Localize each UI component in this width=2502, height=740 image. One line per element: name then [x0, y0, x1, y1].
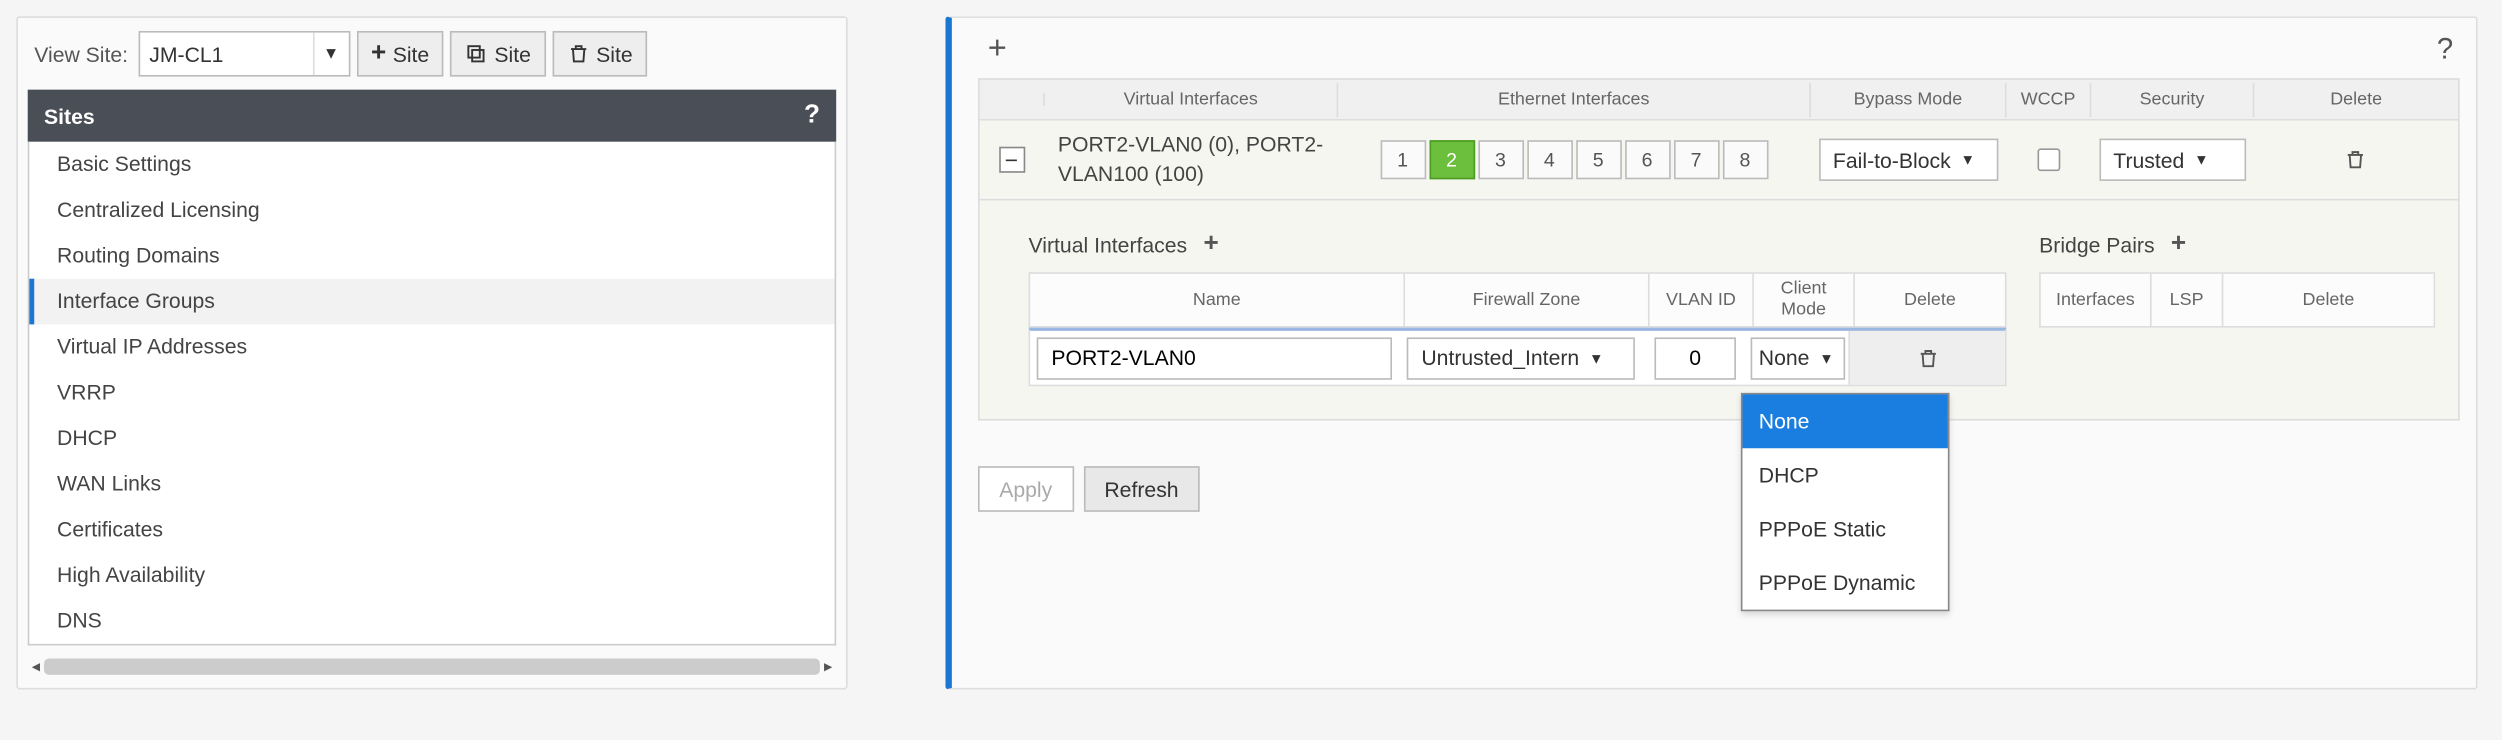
ethernet-port-button[interactable]: 1	[1380, 140, 1426, 179]
nav-item[interactable]: DNS	[29, 598, 834, 644]
ethernet-port-button[interactable]: 7	[1673, 140, 1719, 179]
copy-icon	[465, 42, 488, 65]
bp-col-lsp: LSP	[2152, 274, 2224, 326]
col-ethernet-interfaces: Ethernet Interfaces	[1338, 82, 1811, 116]
bp-grid-header: Interfaces LSP Delete	[2039, 272, 2435, 327]
interface-group-row: − PORT2-VLAN0 (0), PORT2-VLAN100 (100) 1…	[978, 121, 2460, 201]
trash-icon	[567, 42, 590, 65]
nav-item[interactable]: DHCP	[29, 416, 834, 462]
action-row: Apply Refresh	[978, 466, 2460, 512]
add-site-button[interactable]: + Site	[356, 31, 444, 77]
ethernet-port-bar: 12345678	[1380, 140, 1768, 179]
sites-header: Sites ?	[28, 90, 836, 142]
client-mode-option[interactable]: DHCP	[1742, 447, 1947, 501]
nav-item[interactable]: Routing Domains	[29, 233, 834, 279]
ethernet-port-button[interactable]: 4	[1526, 140, 1572, 179]
vi-title-label: Virtual Interfaces	[1029, 232, 1188, 256]
security-value: Trusted	[2113, 148, 2184, 172]
scroll-thumb[interactable]	[44, 659, 820, 675]
chevron-down-icon: ▼	[1819, 350, 1834, 366]
security-select[interactable]: Trusted ▼	[2099, 139, 2246, 181]
ethernet-port-button[interactable]: 8	[1722, 140, 1768, 179]
delete-row-button[interactable]	[2344, 148, 2367, 171]
vi-col-vlan: VLAN ID	[1650, 274, 1754, 326]
collapse-toggle[interactable]: −	[998, 147, 1024, 173]
sites-header-label: Sites	[44, 104, 95, 128]
bypass-mode-value: Fail-to-Block	[1833, 148, 1951, 172]
ethernet-port-button[interactable]: 3	[1478, 140, 1524, 179]
site-select[interactable]: JM-CL1 ▼	[138, 31, 350, 77]
plus-icon: +	[371, 39, 386, 68]
client-mode-select[interactable]: None ▼	[1751, 337, 1846, 379]
scroll-left-icon[interactable]: ◂	[28, 658, 44, 676]
refresh-button[interactable]: Refresh	[1083, 466, 1200, 512]
chevron-down-icon: ▼	[1589, 350, 1604, 366]
firewall-zone-value: Untrusted_Intern	[1421, 346, 1579, 370]
add-group-button[interactable]: +	[978, 31, 1017, 68]
ethernet-port-button[interactable]: 5	[1575, 140, 1621, 179]
nav-item[interactable]: WAN Links	[29, 461, 834, 507]
view-site-label: View Site:	[34, 42, 128, 66]
expanded-panel: Virtual Interfaces + Name Firewall Zone …	[978, 200, 2460, 420]
clone-site-button[interactable]: Site	[450, 31, 545, 77]
help-icon[interactable]: ?	[804, 101, 820, 130]
bp-title-label: Bridge Pairs	[2039, 232, 2154, 256]
vlan-id-input[interactable]	[1654, 337, 1736, 379]
client-mode-value: None	[1759, 346, 1810, 370]
right-panel: + ? Virtual Interfaces Ethernet Interfac…	[945, 16, 2477, 689]
vi-col-name: Name	[1030, 274, 1405, 326]
col-wccp: WCCP	[2007, 82, 2092, 116]
bypass-mode-select[interactable]: Fail-to-Block ▼	[1818, 139, 1997, 181]
horizontal-scrollbar[interactable]: ◂ ▸	[28, 655, 836, 678]
ethernet-port-button[interactable]: 2	[1429, 140, 1475, 179]
chevron-down-icon: ▼	[312, 33, 348, 75]
vi-row: Untrusted_Intern ▼ None ▼	[1029, 328, 2007, 387]
chevron-down-icon: ▼	[2194, 152, 2209, 168]
vi-summary: PORT2-VLAN0 (0), PORT2-VLAN100 (100)	[1051, 130, 1330, 189]
col-bypass-mode: Bypass Mode	[1811, 82, 2007, 116]
clone-site-label: Site	[494, 42, 531, 66]
vi-col-client: Client Mode	[1754, 274, 1855, 326]
nav-item[interactable]: VRRP	[29, 370, 834, 416]
add-virtual-interface-button[interactable]: +	[1203, 230, 1218, 259]
apply-button[interactable]: Apply	[978, 466, 1073, 512]
vi-col-delete: Delete	[1855, 274, 2005, 326]
bp-col-delete: Delete	[2223, 274, 2433, 326]
scroll-right-icon[interactable]: ▸	[820, 658, 836, 676]
delete-site-button[interactable]: Site	[552, 31, 647, 77]
nav-item[interactable]: High Availability	[29, 553, 834, 599]
nav-item[interactable]: Interface Groups	[29, 279, 834, 325]
site-select-value: JM-CL1	[139, 42, 312, 66]
nav-item[interactable]: Virtual IP Addresses	[29, 324, 834, 370]
left-panel: View Site: JM-CL1 ▼ + Site Site Site Sit…	[16, 16, 847, 689]
wccp-checkbox[interactable]	[2037, 148, 2060, 171]
delete-vi-button[interactable]	[1916, 346, 1939, 369]
vi-name-input[interactable]	[1037, 337, 1392, 379]
virtual-interfaces-title: Virtual Interfaces +	[1029, 230, 2007, 259]
nav-list: Basic SettingsCentralized LicensingRouti…	[28, 142, 836, 646]
col-expand	[980, 93, 1045, 106]
grid-header: Virtual Interfaces Ethernet Interfaces B…	[978, 78, 2460, 120]
add-site-label: Site	[393, 42, 430, 66]
nav-item[interactable]: Basic Settings	[29, 142, 834, 188]
client-mode-option[interactable]: None	[1742, 394, 1947, 448]
chevron-down-icon: ▼	[1960, 152, 1975, 168]
vi-col-zone: Firewall Zone	[1405, 274, 1650, 326]
client-mode-option[interactable]: PPPoE Dynamic	[1742, 555, 1947, 609]
help-icon[interactable]: ?	[2430, 33, 2459, 67]
col-security: Security	[2091, 82, 2254, 116]
client-mode-dropdown: NoneDHCPPPPoE StaticPPPoE Dynamic	[1741, 392, 1950, 610]
nav-item[interactable]: Certificates	[29, 507, 834, 553]
add-bridge-pair-button[interactable]: +	[2171, 230, 2186, 259]
bridge-pairs-title: Bridge Pairs +	[2039, 230, 2435, 259]
nav-item[interactable]: Centralized Licensing	[29, 187, 834, 233]
client-mode-option[interactable]: PPPoE Static	[1742, 501, 1947, 555]
delete-site-label: Site	[596, 42, 633, 66]
col-delete: Delete	[2254, 82, 2458, 116]
ethernet-port-button[interactable]: 6	[1624, 140, 1670, 179]
col-virtual-interfaces: Virtual Interfaces	[1045, 82, 1338, 116]
firewall-zone-select[interactable]: Untrusted_Intern ▼	[1407, 337, 1635, 379]
bp-col-interfaces: Interfaces	[2041, 274, 2152, 326]
vi-grid-header: Name Firewall Zone VLAN ID Client Mode D…	[1029, 272, 2007, 327]
